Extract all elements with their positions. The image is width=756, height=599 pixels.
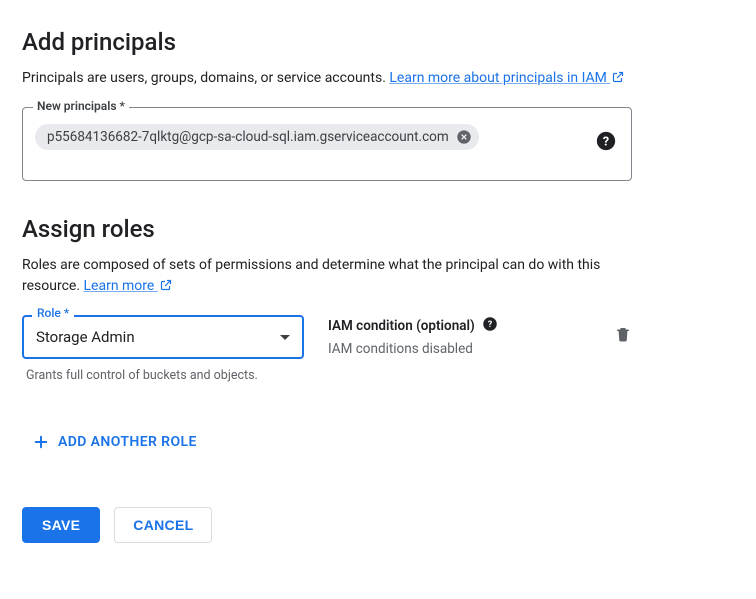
iam-condition-title: IAM condition (optional) [328,318,475,334]
role-select[interactable]: Storage Admin [22,315,304,359]
iam-condition-status: IAM conditions disabled [328,341,590,357]
principal-chip[interactable]: p55684136682-7qlktg@gcp-sa-cloud-sql.iam… [35,124,479,150]
external-link-icon [160,279,172,291]
cancel-button[interactable]: CANCEL [114,507,212,543]
external-link-icon [612,71,624,83]
role-helper-text: Grants full control of buckets and objec… [26,367,266,385]
new-principals-label: New principals * [33,99,129,113]
add-another-role-button[interactable]: ADD ANOTHER ROLE [22,425,207,459]
svg-text:?: ? [487,320,492,330]
add-principals-description: Principals are users, groups, domains, o… [22,68,632,89]
learn-more-principals-text: Learn more about principals in IAM [389,70,606,86]
role-label: Role * [32,306,74,320]
svg-text:?: ? [603,135,609,150]
plus-icon [32,433,50,451]
delete-role-icon[interactable] [614,331,632,347]
role-select-value: Storage Admin [36,328,135,346]
add-another-role-label: ADD ANOTHER ROLE [58,434,197,450]
add-principals-desc-text: Principals are users, groups, domains, o… [22,70,389,86]
add-principals-heading: Add principals [22,28,734,56]
assign-roles-heading: Assign roles [22,215,734,243]
new-principals-field[interactable]: New principals * p55684136682-7qlktg@gcp… [22,107,632,181]
learn-more-principals-link[interactable]: Learn more about principals in IAM [389,70,624,86]
learn-more-roles-link[interactable]: Learn more [84,278,172,294]
principals-help-icon[interactable]: ? [595,130,617,152]
principal-chip-text: p55684136682-7qlktg@gcp-sa-cloud-sql.iam… [47,129,449,145]
dropdown-caret-icon [280,335,290,340]
assign-roles-description: Roles are composed of sets of permission… [22,255,632,297]
learn-more-roles-text: Learn more [84,278,155,294]
iam-condition-help-icon[interactable]: ? [481,315,499,337]
save-button[interactable]: SAVE [22,507,100,543]
chip-remove-icon[interactable] [455,128,473,146]
